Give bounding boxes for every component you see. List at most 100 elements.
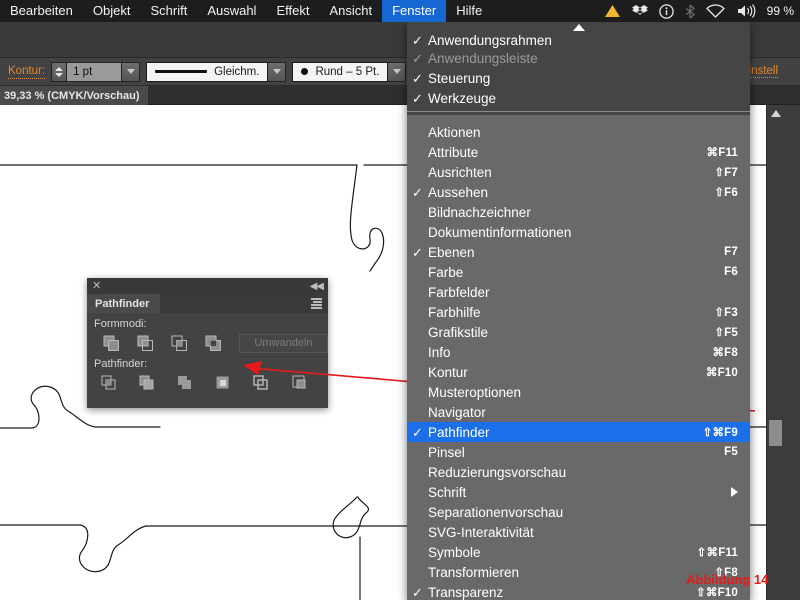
menu-item-ansicht[interactable]: Ansicht bbox=[319, 0, 382, 22]
chevron-down-icon bbox=[272, 69, 281, 74]
menu-item-steuerung[interactable]: ✓ Steuerung bbox=[407, 68, 750, 88]
menu-item-aussehen[interactable]: ✓ Aussehen ⇧F6 bbox=[407, 182, 750, 202]
menu-item-svg-interaktivit-t[interactable]: SVG-Interaktivität bbox=[407, 522, 750, 542]
menu-item-shortcut: ⌘F10 bbox=[705, 367, 738, 379]
menu-item-pathfinder[interactable]: ✓ Pathfinder ⇧⌘F9 bbox=[407, 422, 750, 442]
menu-item-attribute[interactable]: Attribute ⌘F11 bbox=[407, 142, 750, 162]
check-icon: ✓ bbox=[412, 32, 423, 48]
dropbox-icon[interactable] bbox=[631, 4, 648, 18]
close-icon[interactable]: ✕ bbox=[92, 280, 101, 292]
menu-item-label: Transformieren bbox=[428, 564, 520, 580]
wifi-icon[interactable] bbox=[705, 4, 725, 18]
menu-item-anwendungsrahmen[interactable]: ✓ Anwendungsrahmen bbox=[407, 32, 750, 48]
document-tab[interactable]: 39,33 % (CMYK/Vorschau) bbox=[0, 86, 148, 105]
check-icon: ✓ bbox=[412, 244, 423, 260]
menu-item-fenster[interactable]: Fenster bbox=[382, 0, 447, 22]
pathfinder-tabbar: Pathfinder bbox=[87, 294, 328, 313]
crop-icon[interactable] bbox=[205, 373, 243, 393]
exclude-icon[interactable] bbox=[197, 333, 231, 353]
merge-icon[interactable] bbox=[167, 373, 205, 393]
stroke-width-dropdown-button[interactable] bbox=[122, 61, 141, 82]
menu-item-label: Aktionen bbox=[428, 124, 481, 140]
menu-item-shortcut: F7 bbox=[724, 246, 738, 258]
menu-item-shortcut: ⇧F7 bbox=[714, 167, 738, 179]
fenster-dropdown-menu[interactable]: ✓ Anwendungsrahmen ✓ Anwendungsleiste ✓ … bbox=[407, 22, 750, 600]
menu-scroll-up[interactable] bbox=[407, 22, 750, 32]
menu-item-auswahl[interactable]: Auswahl bbox=[197, 0, 266, 22]
menu-item-label: Farbe bbox=[428, 264, 464, 280]
panel-menu-icon[interactable] bbox=[311, 298, 322, 309]
outline-icon[interactable] bbox=[243, 373, 281, 393]
dropdown-pinned-section: ✓ Anwendungsrahmen ✓ Anwendungsleiste ✓ … bbox=[407, 22, 750, 115]
menu-item-label: Steuerung bbox=[428, 70, 491, 86]
scrollbar-thumb[interactable] bbox=[769, 420, 782, 446]
bluetooth-icon[interactable] bbox=[685, 4, 695, 19]
brush-definition-value[interactable]: Rund – 5 Pt. bbox=[292, 61, 389, 82]
warning-triangle-icon[interactable] bbox=[604, 4, 621, 18]
stroke-width-stepper[interactable] bbox=[51, 61, 67, 82]
menu-item-ebenen[interactable]: ✓ Ebenen F7 bbox=[407, 242, 750, 262]
menu-item-farbfelder[interactable]: Farbfelder bbox=[407, 282, 750, 302]
scroll-up-arrow-icon[interactable] bbox=[771, 110, 781, 117]
minus-back-icon[interactable] bbox=[281, 373, 319, 393]
menu-item-bildnachzeichner[interactable]: Bildnachzeichner bbox=[407, 202, 750, 222]
intersect-icon[interactable] bbox=[162, 333, 196, 353]
divide-icon[interactable] bbox=[91, 373, 129, 393]
menu-item-farbhilfe[interactable]: Farbhilfe ⇧F3 bbox=[407, 302, 750, 322]
brush-definition-dropdown-button[interactable] bbox=[388, 61, 407, 82]
menu-item-musteroptionen[interactable]: Musteroptionen bbox=[407, 382, 750, 402]
menu-item-schrift[interactable]: Schrift bbox=[407, 482, 750, 502]
unite-icon[interactable] bbox=[94, 333, 128, 353]
round-brush-icon bbox=[301, 68, 309, 75]
check-icon: ✓ bbox=[412, 90, 423, 106]
menu-item-shortcut: ⇧F5 bbox=[714, 327, 738, 339]
menu-item-info[interactable]: Info ⌘F8 bbox=[407, 342, 750, 362]
menu-item-hilfe[interactable]: Hilfe bbox=[446, 0, 492, 22]
menu-item-aktionen[interactable]: Aktionen bbox=[407, 122, 750, 142]
stroke-profile-dropdown-button[interactable] bbox=[268, 61, 287, 82]
menu-item-label: Dokumentinformationen bbox=[428, 224, 572, 240]
menu-item-reduzierungsvorschau[interactable]: Reduzierungsvorschau bbox=[407, 462, 750, 482]
menu-item-dokumentinformationen[interactable]: Dokumentinformationen bbox=[407, 222, 750, 242]
menu-item-farbe[interactable]: Farbe F6 bbox=[407, 262, 750, 282]
menu-item-label: Kontur bbox=[428, 364, 468, 380]
tab-pathfinder[interactable]: Pathfinder bbox=[87, 294, 161, 313]
menu-item-label: Anwendungsleiste bbox=[428, 50, 538, 66]
menu-item-effekt[interactable]: Effekt bbox=[266, 0, 319, 22]
shape-modes-label: Formmodi: bbox=[94, 318, 147, 330]
info-circle-icon[interactable] bbox=[658, 3, 674, 19]
menu-item-objekt[interactable]: Objekt bbox=[83, 0, 141, 22]
stroke-width-input[interactable]: 1 pt bbox=[66, 61, 123, 82]
stroke-profile-value[interactable]: Gleichm. bbox=[146, 61, 269, 82]
menu-item-label: Werkzeuge bbox=[428, 90, 497, 106]
check-icon: ✓ bbox=[412, 50, 423, 66]
menu-item-kontur[interactable]: Kontur ⌘F10 bbox=[407, 362, 750, 382]
menu-item-symbole[interactable]: Symbole ⇧⌘F11 bbox=[407, 542, 750, 562]
menu-separator bbox=[407, 111, 750, 112]
menu-item-werkzeuge[interactable]: ✓ Werkzeuge bbox=[407, 88, 750, 108]
pathfinder-titlebar: ✕ ◀◀ bbox=[87, 278, 328, 294]
trim-icon[interactable] bbox=[129, 373, 167, 393]
expand-button[interactable]: Umwandeln bbox=[238, 333, 328, 353]
menu-item-label: Schrift bbox=[428, 484, 467, 500]
menu-item-separationenvorschau[interactable]: Separationenvorschau bbox=[407, 502, 750, 522]
pathfinder-row bbox=[87, 370, 328, 393]
minus-front-icon[interactable] bbox=[128, 333, 162, 353]
volume-icon[interactable] bbox=[736, 4, 756, 18]
menu-item-schrift[interactable]: Schrift bbox=[140, 0, 197, 22]
collapse-panel-icon[interactable]: ◀◀ bbox=[310, 281, 324, 292]
menu-item-shortcut: ⇧⌘F10 bbox=[696, 587, 738, 599]
menu-item-shortcut: F6 bbox=[724, 266, 738, 278]
stroke-label[interactable]: Kontur: bbox=[8, 65, 46, 79]
stroke-profile-preview-icon bbox=[155, 70, 208, 73]
menu-item-grafikstile[interactable]: Grafikstile ⇧F5 bbox=[407, 322, 750, 342]
menu-item-pinsel[interactable]: Pinsel F5 bbox=[407, 442, 750, 462]
menu-item-navigator[interactable]: Navigator bbox=[407, 402, 750, 422]
system-status-icons: 99 % bbox=[604, 3, 800, 19]
menu-item-label: Ausrichten bbox=[428, 164, 492, 180]
menu-item-label: Symbole bbox=[428, 544, 481, 560]
pathfinder-panel[interactable]: ✕ ◀◀ Pathfinder Formmodi: Umwandeln Path… bbox=[87, 278, 328, 408]
vertical-scrollbar[interactable] bbox=[766, 105, 783, 600]
menu-item-bearbeiten[interactable]: Bearbeiten bbox=[0, 0, 83, 22]
menu-item-ausrichten[interactable]: Ausrichten ⇧F7 bbox=[407, 162, 750, 182]
